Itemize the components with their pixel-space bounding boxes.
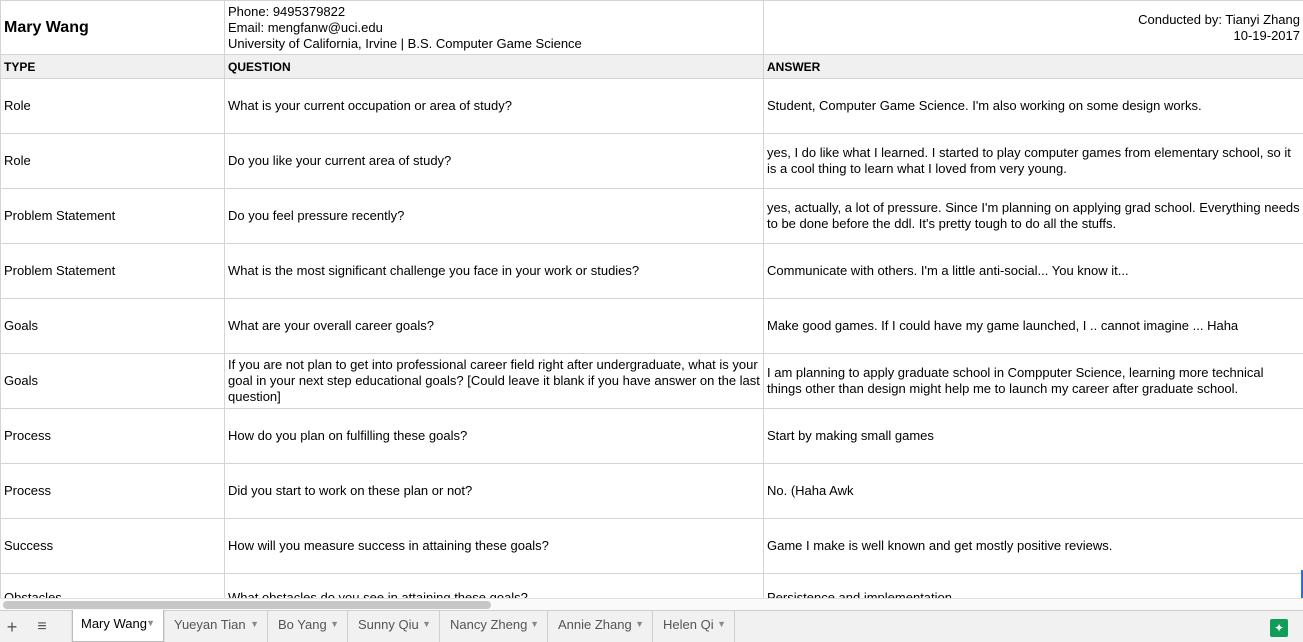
question-cell[interactable]: How will you measure success in attainin… [224,518,764,574]
sheet-tab-label: Sunny Qiu [358,617,419,632]
menu-list-icon[interactable]: ≡ [32,617,52,637]
table-row: Role Do you like your current area of stu… [0,133,1303,189]
table-row: Problem Statement Do you feel pressure re… [0,188,1303,244]
type-cell[interactable]: Process [0,408,225,464]
chevron-down-icon[interactable]: ▼ [530,611,539,638]
type-cell[interactable]: Problem Statement [0,188,225,244]
question-cell[interactable]: How do you plan on fulfilling these goal… [224,408,764,464]
interviewee-info-row: Mary Wang Phone: 9495379822 Email: mengf… [0,0,1303,55]
answer-cell[interactable]: I am planning to apply graduate school i… [763,353,1303,409]
sheet-tab[interactable]: Annie Zhang ▼ [550,611,653,642]
question-cell[interactable]: What obstacles do you see in attaining t… [224,573,764,598]
question-cell[interactable]: What is the most significant challenge y… [224,243,764,299]
sheet-tab-label: Nancy Zheng [450,617,528,632]
interview-table: Mary Wang Phone: 9495379822 Email: mengf… [0,0,1303,598]
table-row: Process How do you plan on fulfilling the… [0,408,1303,464]
table-row: Problem Statement What is the most signif… [0,243,1303,299]
question-cell[interactable]: If you are not plan to get into professi… [224,353,764,409]
sheet-tab-label: Yueyan Tian [174,617,246,632]
answer-cell[interactable]: Persistence and implementation [763,573,1303,598]
question-cell[interactable]: Do you like your current area of study? [224,133,764,189]
scrollbar-thumb[interactable] [3,601,491,609]
answer-cell[interactable]: Student, Computer Game Science. I'm also… [763,78,1303,134]
explore-icon[interactable]: ✦ [1270,619,1288,637]
sheet-tab-label: Mary Wang [81,616,147,631]
sheet-tab[interactable]: Bo Yang ▼ [270,611,348,642]
column-header-row: TYPE QUESTION ANSWER [0,54,1303,79]
answer-cell[interactable]: yes, actually, a lot of pressure. Since … [763,188,1303,244]
type-cell[interactable]: Goals [0,353,225,409]
horizontal-scrollbar[interactable] [0,598,1303,610]
answer-header[interactable]: ANSWER [763,54,1303,79]
sheet-tab[interactable]: Yueyan Tian ▼ [166,611,268,642]
chevron-down-icon[interactable]: ▼ [422,611,431,638]
question-cell[interactable]: Did you start to work on these plan or n… [224,463,764,519]
answer-cell[interactable]: Communicate with others. I'm a little an… [763,243,1303,299]
type-cell[interactable]: Obstacles [0,573,225,598]
answer-cell[interactable]: Start by making small games [763,408,1303,464]
sheet-tab[interactable]: Nancy Zheng ▼ [442,611,548,642]
chevron-down-icon[interactable]: ▼ [146,610,155,637]
plus-icon[interactable]: + [2,617,22,637]
table-row: Process Did you start to work on these pl… [0,463,1303,519]
type-cell[interactable]: Process [0,463,225,519]
sheet-tab-label: Helen Qi [663,617,714,632]
sheet-tab-label: Bo Yang [278,617,327,632]
conducted-by-text: Conducted by: Tianyi Zhang [1138,12,1300,27]
sheet-tab[interactable]: Sunny Qiu ▼ [350,611,440,642]
sheet-tab[interactable]: Mary Wang ▼ [72,610,164,642]
question-cell[interactable]: What are your overall career goals? [224,298,764,354]
email-text: Email: mengfanw@uci.edu [228,19,383,35]
interviewee-name[interactable]: Mary Wang [0,0,225,55]
school-text: University of California, Irvine | B.S. … [228,35,582,51]
chevron-down-icon[interactable]: ▼ [250,611,259,638]
answer-cell[interactable]: No. (Haha Awk [763,463,1303,519]
table-row: Role What is your current occupation or a… [0,78,1303,134]
sheet-tab-bar: + ≡ Mary Wang ▼ Yueyan Tian ▼ Bo Yang ▼ Sunny … [0,610,1303,642]
type-cell[interactable]: Goals [0,298,225,354]
question-cell[interactable]: What is your current occupation or area … [224,78,764,134]
phone-text: Phone: 9495379822 [228,3,346,19]
type-cell[interactable]: Role [0,78,225,134]
table-row: Goals What are your overall career goals?… [0,298,1303,354]
table-row: Success How will you measure success in a… [0,518,1303,574]
table-row: Goals If you are not plan to get into pro… [0,353,1303,409]
type-cell[interactable]: Success [0,518,225,574]
type-cell[interactable]: Problem Statement [0,243,225,299]
conducted-cell[interactable]: Conducted by: Tianyi Zhang 10-19-2017 [763,0,1303,55]
interview-date: 10-19-2017 [1233,28,1301,43]
question-header[interactable]: QUESTION [224,54,764,79]
question-cell[interactable]: Do you feel pressure recently? [224,188,764,244]
qa-rows: Role What is your current occupation or a… [0,78,1303,598]
spreadsheet-grid[interactable]: Mary Wang Phone: 9495379822 Email: mengf… [0,0,1303,598]
type-cell[interactable]: Role [0,133,225,189]
contact-cell[interactable]: Phone: 9495379822 Email: mengfanw@uci.ed… [224,0,764,55]
chevron-down-icon[interactable]: ▼ [717,611,726,638]
answer-cell[interactable]: Game I make is well known and get mostly… [763,518,1303,574]
type-header[interactable]: TYPE [0,54,225,79]
chevron-down-icon[interactable]: ▼ [635,611,644,638]
answer-cell[interactable]: yes, I do like what I learned. I started… [763,133,1303,189]
sheet-tab-label: Annie Zhang [558,617,632,632]
table-row: Obstacles What obstacles do you see in at… [0,573,1303,598]
sheet-tab[interactable]: Helen Qi ▼ [655,611,735,642]
chevron-down-icon[interactable]: ▼ [330,611,339,638]
answer-cell[interactable]: Make good games. If I could have my game… [763,298,1303,354]
